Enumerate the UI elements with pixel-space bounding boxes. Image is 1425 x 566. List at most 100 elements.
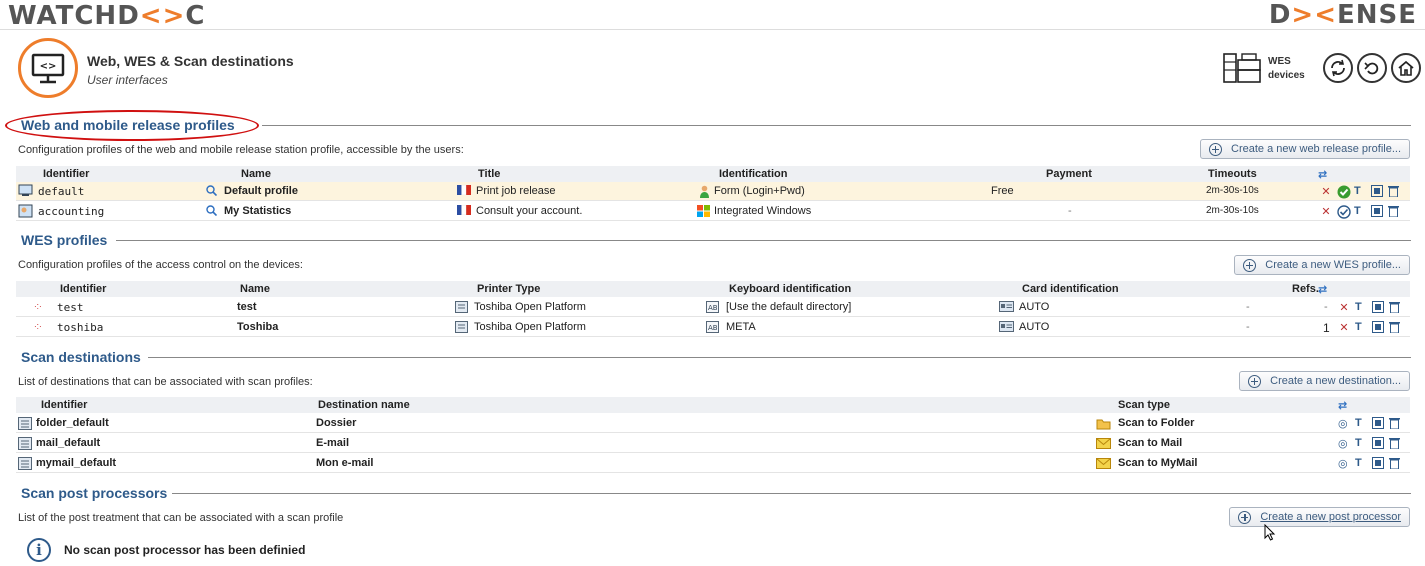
folder-icon (1096, 417, 1111, 433)
watchdoc-logo: WATCHD<>C (8, 1, 206, 31)
wes-devices-link[interactable]: WES devices (1268, 55, 1308, 83)
info-icon: i (27, 538, 51, 562)
table-row[interactable]: default Default profile Print job releas… (16, 182, 1410, 201)
copy-icon[interactable] (1371, 205, 1383, 218)
delete-icon[interactable] (1388, 185, 1400, 198)
copy-icon[interactable] (1372, 321, 1384, 334)
flag-icon (457, 204, 471, 218)
table-row[interactable]: mymail_default Mon e-mail Scan to MyMail… (16, 454, 1410, 473)
mail-icon (1096, 457, 1111, 472)
broadcast-icon[interactable]: ◎ (1338, 437, 1350, 450)
settings-icon[interactable]: T (1354, 185, 1366, 198)
delete-icon[interactable] (1389, 437, 1401, 450)
copy-icon[interactable] (1372, 457, 1384, 470)
profile-name: My Statistics (224, 205, 292, 217)
delete-icon[interactable] (1389, 301, 1401, 314)
destination-identifier[interactable]: mail_default (36, 437, 100, 449)
col-card: Card identification (1022, 283, 1119, 295)
disconnect-icon[interactable]: ✕ (1320, 185, 1332, 198)
col-printer-type: Printer Type (477, 283, 541, 295)
broadcast-icon[interactable]: ◎ (1338, 457, 1350, 470)
profile-identifier[interactable]: default (38, 185, 84, 198)
settings-icon[interactable]: T (1355, 321, 1367, 334)
create-wes-profile-button[interactable]: Create a new WES profile... (1234, 255, 1410, 275)
col-name: Name (241, 168, 271, 180)
profile-identifier[interactable]: accounting (38, 205, 104, 218)
create-post-processor-button[interactable]: Create a new post processor (1229, 507, 1410, 527)
device-icon: ∙:∙ (34, 321, 42, 331)
profile-timeouts: 2m-30s-10s (1206, 205, 1259, 216)
col-title: Title (478, 168, 501, 180)
wes-identifier[interactable]: test (57, 301, 84, 314)
search-icon[interactable] (206, 205, 218, 219)
web-profile-icon (18, 184, 33, 200)
broadcast-icon[interactable]: ◎ (1338, 417, 1350, 430)
settings-icon[interactable]: T (1354, 205, 1366, 218)
check-icon[interactable] (1337, 185, 1351, 199)
wes-printer-type: Toshiba Open Platform (474, 301, 586, 313)
destination-identifier[interactable]: folder_default (36, 417, 109, 429)
table-row[interactable]: ∙:∙ test test Toshiba Open Platform AB [… (16, 298, 1410, 317)
delete-icon[interactable] (1389, 417, 1401, 430)
delete-icon[interactable] (1389, 321, 1401, 334)
table-row[interactable]: ∙:∙ toshiba Toshiba Toshiba Open Platfor… (16, 318, 1410, 337)
sort-icon[interactable]: ⇄ (1318, 283, 1327, 296)
copy-icon[interactable] (1372, 301, 1384, 314)
refresh-button[interactable] (1323, 53, 1353, 83)
destination-identifier[interactable]: mymail_default (36, 457, 116, 469)
divider (262, 125, 1411, 126)
empty-message: No scan post processor has been definied (64, 543, 306, 557)
copy-icon[interactable] (1372, 417, 1384, 430)
delete-icon[interactable] (1388, 205, 1400, 218)
home-button[interactable] (1391, 53, 1421, 83)
destination-icon (18, 437, 32, 453)
wes-table-header: Identifier Name Printer Type Keyboard id… (16, 281, 1410, 297)
printer-icon[interactable] (1222, 50, 1264, 86)
wes-refs: - (1324, 301, 1328, 313)
search-icon[interactable] (206, 185, 218, 199)
disconnect-icon[interactable]: ✕ (1338, 301, 1350, 314)
copy-icon[interactable] (1371, 185, 1383, 198)
disconnect-icon[interactable]: ✕ (1320, 205, 1332, 218)
profile-payment: Free (991, 185, 1014, 197)
page-title: Web, WES & Scan destinations (87, 53, 294, 69)
table-row[interactable]: accounting My Statistics Consult your ac… (16, 202, 1410, 221)
delete-icon[interactable] (1389, 457, 1401, 470)
create-web-profile-button[interactable]: Create a new web release profile... (1200, 139, 1410, 159)
col-identifier: Identifier (60, 283, 107, 295)
sort-icon[interactable]: ⇄ (1318, 168, 1327, 181)
destination-name: Mon e-mail (316, 457, 374, 469)
refresh-icon (1331, 59, 1345, 77)
wes-identifier[interactable]: toshiba (57, 321, 103, 334)
flag-icon (457, 184, 471, 198)
settings-icon[interactable]: T (1355, 457, 1367, 470)
section-title-wes: WES profiles (21, 232, 108, 248)
create-destination-button[interactable]: Create a new destination... (1239, 371, 1410, 391)
wes-keyboard: META (726, 321, 756, 333)
wes-name: test (237, 301, 257, 313)
settings-icon[interactable]: T (1355, 437, 1367, 450)
plus-icon (1209, 142, 1223, 156)
copy-icon[interactable] (1372, 437, 1384, 450)
table-row[interactable]: mail_default E-mail Scan to Mail ◎ T (16, 434, 1410, 453)
plus-icon (1243, 258, 1257, 272)
section-desc-post: List of the post treatment that can be a… (18, 512, 344, 524)
settings-icon[interactable]: T (1355, 417, 1367, 430)
profile-identification: Integrated Windows (714, 205, 812, 217)
keyboard-icon: AB (706, 301, 719, 316)
col-identifier: Identifier (43, 168, 90, 180)
back-button[interactable] (1357, 53, 1387, 83)
disconnect-icon[interactable]: ✕ (1338, 321, 1350, 334)
sort-icon[interactable]: ⇄ (1338, 399, 1347, 412)
divider (116, 240, 1411, 241)
printer-type-icon (455, 301, 468, 316)
check-outline-icon[interactable] (1337, 205, 1351, 219)
table-row[interactable]: folder_default Dossier Scan to Folder ◎ … (16, 414, 1410, 433)
wes-printer-type: Toshiba Open Platform (474, 321, 586, 333)
section-title-web: Web and mobile release profiles (21, 117, 235, 133)
col-name: Name (240, 283, 270, 295)
destination-icon (18, 457, 32, 473)
section-title-post: Scan post processors (21, 485, 168, 501)
settings-icon[interactable]: T (1355, 301, 1367, 314)
wes-card: AUTO (1019, 321, 1050, 333)
